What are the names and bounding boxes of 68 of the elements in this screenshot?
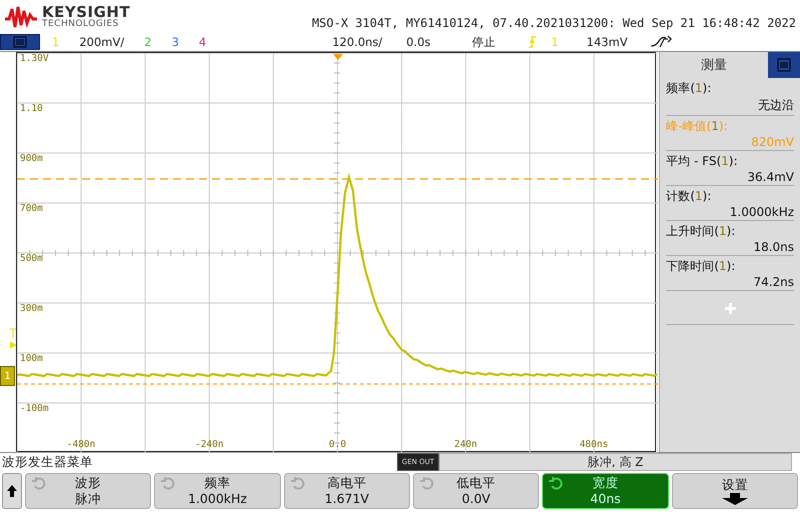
knob-icon <box>290 477 305 491</box>
measurement-item[interactable]: 平均 - FS(1): 36.4mV <box>666 151 794 186</box>
measurement-value: 1.0000kHz <box>728 205 794 219</box>
measurement-value: 36.4mV <box>746 170 794 184</box>
y-axis-label: 1.10 <box>20 103 43 114</box>
y-axis-label: 500m <box>20 253 43 264</box>
measurement-item[interactable]: 频率(1): 无边沿 <box>666 78 794 116</box>
channel-number[interactable]: 3 <box>172 35 179 49</box>
trigger-level-marker <box>10 328 16 350</box>
measurement-value: 18.0ns <box>752 240 794 254</box>
softkey[interactable]: 设置 <box>672 473 798 509</box>
y-axis-label: 100m <box>20 353 43 364</box>
y-axis-label: 700m <box>20 203 43 214</box>
timebase: 120.0ns/ <box>332 35 384 49</box>
x-axis-label: 240n <box>454 439 478 450</box>
y-axis-label: 300m <box>20 303 43 314</box>
y-axis-label: -100m <box>20 403 49 414</box>
knob-icon <box>420 477 434 491</box>
trigger-source: 1 <box>551 35 559 49</box>
x-axis-label: -480n <box>66 439 96 450</box>
x-axis-label: -240n <box>194 439 224 450</box>
down-arrow-icon <box>722 492 748 505</box>
delay: 0.0s <box>406 35 432 49</box>
measurement-item[interactable]: 计数(1): 1.0000kHz <box>666 186 794 221</box>
y-axis-label: 900m <box>20 153 43 164</box>
up-arrow-icon <box>7 485 17 497</box>
knob-icon <box>549 477 564 491</box>
softkey[interactable]: 高电平 1.671V <box>284 473 410 509</box>
measurement-value: 820mV <box>750 135 794 149</box>
softkey[interactable]: 低电平 0.0V <box>412 473 540 509</box>
menu-button[interactable] <box>0 34 40 50</box>
measurement-item[interactable]: 上升时间(1): 18.0ns <box>666 221 794 256</box>
measurement-label: 平均 - FS(1): <box>666 153 739 170</box>
softkey[interactable]: 波形 脉冲 <box>25 473 152 509</box>
brand-subtitle: TECHNOLOGIES <box>42 20 120 28</box>
panel-tab[interactable]: 测量 <box>660 52 768 78</box>
trigger-position-marker[interactable] <box>332 54 343 60</box>
menu-icon <box>777 58 792 72</box>
panel-menu-tab[interactable] <box>768 52 800 78</box>
measurement-label: 峰-峰值(1): <box>666 118 729 135</box>
trigger-level: 143mV <box>586 35 628 49</box>
x-axis-label: 480ns <box>580 439 608 450</box>
measurement-label: 计数(1): <box>666 188 712 205</box>
softkey[interactable]: 频率 1.000kHz <box>154 473 281 509</box>
add-icon[interactable] <box>724 303 736 314</box>
channel-scale: 200mV/ <box>79 35 124 49</box>
back-button[interactable] <box>2 473 22 509</box>
measurement-value: 74.2ns <box>752 275 794 289</box>
wave-logo-icon <box>4 4 38 28</box>
trigger-mode-icon <box>650 35 672 49</box>
x-axis-label: 0.0 <box>328 439 346 450</box>
measurement-label: 频率(1): <box>666 80 712 97</box>
softkey[interactable]: 宽度 40ns <box>542 473 669 509</box>
window-title: MSO-X 3104T, MY61410124, 07.40.2021031200: Wed Sep 21 16:48:42 2022 <box>312 16 796 32</box>
measurement-label: 上升时间(1): <box>666 223 736 240</box>
run-state: 停止 <box>472 34 498 50</box>
trigger-edge-icon <box>528 36 538 48</box>
menu-icon <box>13 36 27 48</box>
knob-icon <box>161 477 176 491</box>
y-axis-label: 1.30V <box>20 53 49 64</box>
menu-title: 波形发生器菜单 <box>1 454 94 470</box>
generator-status: 脉冲, 高 Z <box>439 453 792 471</box>
channel-number[interactable]: 4 <box>198 35 206 49</box>
measurement-item[interactable]: 下降时间(1): 74.2ns <box>666 256 794 291</box>
measurement-label: 下降时间(1): <box>666 258 736 275</box>
measurement-value: 无边沿 <box>757 97 794 114</box>
brand-name: KEYSIGHT <box>42 4 130 20</box>
knob-icon <box>32 477 46 491</box>
